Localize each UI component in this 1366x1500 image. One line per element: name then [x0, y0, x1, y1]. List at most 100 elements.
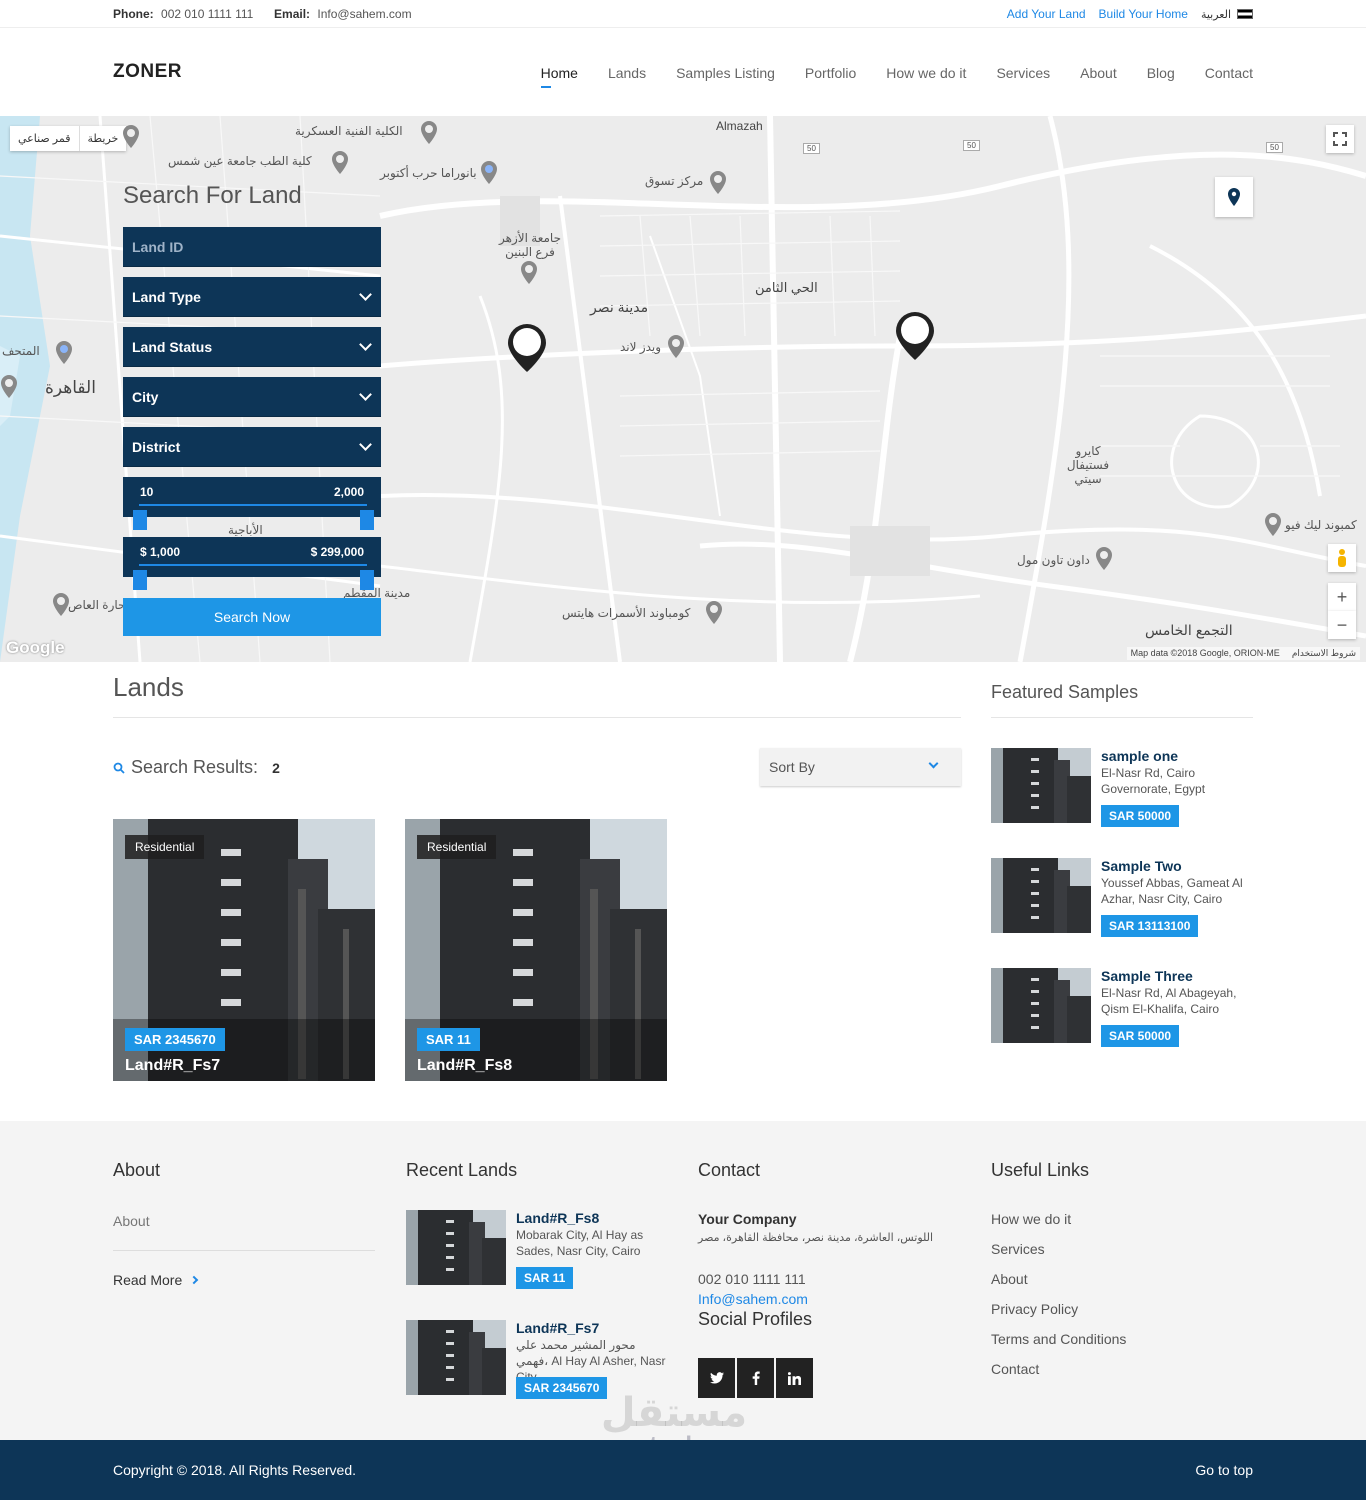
price-min-value: $ 1,000 — [140, 545, 181, 559]
featured-item[interactable]: sample one El-Nasr Rd, Cairo Governorate… — [991, 748, 1261, 828]
chevron-down-icon — [928, 758, 939, 769]
street-view-button[interactable] — [1328, 544, 1356, 572]
map-type-map[interactable]: خريطة — [78, 126, 127, 151]
recent-land-address: Mobarak City, Al Hay as Sades, Nasr City… — [516, 1228, 644, 1258]
sort-by-select[interactable]: Sort By — [760, 748, 961, 786]
footer-link-services[interactable]: Services — [991, 1241, 1045, 1257]
pegman-icon — [1338, 549, 1346, 567]
company-address: اللوتس، العاشرة، مدينة نصر، محافظة القاه… — [698, 1232, 934, 1244]
nav-lands[interactable]: Lands — [608, 65, 646, 81]
recent-land-item[interactable]: Land#R_Fs8 Mobarak City, Al Hay as Sades… — [406, 1210, 666, 1290]
poi-pin-icon[interactable] — [667, 334, 685, 360]
land-price-badge: SAR 2345670 — [125, 1028, 225, 1051]
price-max-handle[interactable] — [360, 570, 374, 590]
recent-land-item[interactable]: Land#R_Fs7 محور المشير محمد علي فهمي، Al… — [406, 1320, 666, 1400]
land-title[interactable]: Land#R_Fs8 — [417, 1057, 512, 1075]
nav-how-we-do-it[interactable]: How we do it — [886, 65, 966, 81]
poi-pin-icon[interactable] — [709, 170, 727, 196]
read-more-label: Read More — [113, 1272, 183, 1288]
area-min-handle[interactable] — [133, 510, 147, 530]
footer-link-privacy-policy[interactable]: Privacy Policy — [991, 1301, 1078, 1317]
search-now-button[interactable]: Search Now — [123, 598, 381, 636]
main-header: ZONER Home Lands Samples Listing Portfol… — [0, 28, 1366, 116]
district-select[interactable]: District — [123, 427, 381, 467]
land-type-select[interactable]: Land Type — [123, 277, 381, 317]
poi-pin-icon[interactable] — [331, 150, 349, 176]
recent-land-name[interactable]: Land#R_Fs7 — [516, 1320, 599, 1336]
area-range-slider[interactable]: 10 2,000 — [123, 477, 381, 530]
land-status-select[interactable]: Land Status — [123, 327, 381, 367]
map-label-museum: المتحف — [2, 344, 40, 358]
land-id-input[interactable]: Land ID — [123, 227, 381, 267]
nav-about[interactable]: About — [1080, 65, 1117, 81]
land-marker-icon[interactable] — [506, 322, 548, 374]
footer-link-terms[interactable]: Terms and Conditions — [991, 1331, 1126, 1347]
poi-pin-icon[interactable] — [520, 260, 538, 286]
poi-pin-icon[interactable] — [1095, 546, 1113, 572]
footer-about-text: About — [113, 1213, 150, 1229]
featured-name[interactable]: Sample Three — [1101, 968, 1193, 984]
area-max-handle[interactable] — [360, 510, 374, 530]
nav-portfolio[interactable]: Portfolio — [805, 65, 856, 81]
zoom-out-button[interactable]: − — [1328, 611, 1356, 639]
site-logo[interactable]: ZONER — [113, 61, 182, 83]
zoom-in-button[interactable]: + — [1328, 583, 1356, 611]
land-card[interactable]: Residential SAR 11 Land#R_Fs8 — [405, 819, 667, 1081]
top-bar: Phone: 002 010 1111 111 Email: Info@sahe… — [0, 0, 1366, 28]
featured-address: Youssef Abbas, Gameat Al Azhar, Nasr Cit… — [1101, 876, 1243, 906]
map-type-satellite[interactable]: قمر صناعي — [10, 126, 79, 151]
nav-home[interactable]: Home — [540, 65, 578, 88]
price-slider-track[interactable] — [139, 564, 367, 566]
main-nav: Home Lands Samples Listing Portfolio How… — [540, 65, 1253, 88]
poi-pin-icon[interactable] — [52, 592, 70, 618]
my-location-button[interactable] — [1215, 177, 1253, 217]
district-label: District — [132, 439, 181, 455]
location-pin-icon — [1228, 188, 1240, 206]
poi-pin-icon[interactable] — [1264, 512, 1282, 538]
land-marker-icon[interactable] — [894, 310, 936, 362]
add-your-land-link[interactable]: Add Your Land — [1007, 7, 1086, 21]
recent-land-thumbnail[interactable] — [406, 1210, 506, 1285]
nav-contact[interactable]: Contact — [1205, 65, 1253, 81]
land-title[interactable]: Land#R_Fs7 — [125, 1057, 220, 1075]
featured-thumbnail[interactable] — [991, 968, 1091, 1043]
map-area[interactable]: قمر صناعي خريطة Almazah مدينة نصر الحي ا… — [0, 116, 1366, 662]
poi-pin-icon[interactable] — [420, 120, 438, 146]
city-select[interactable]: City — [123, 377, 381, 417]
build-your-home-link[interactable]: Build Your Home — [1099, 7, 1188, 21]
featured-thumbnail[interactable] — [991, 858, 1091, 933]
phone-label: Phone: — [113, 7, 154, 21]
poi-pin-icon[interactable] — [122, 124, 140, 150]
go-to-top-link[interactable]: Go to top — [1195, 1462, 1253, 1478]
featured-item[interactable]: Sample Two Youssef Abbas, Gameat Al Azha… — [991, 858, 1261, 938]
recent-land-name[interactable]: Land#R_Fs8 — [516, 1210, 599, 1226]
map-label-shopping-center: مركز تسوق — [645, 174, 704, 188]
nav-services[interactable]: Services — [996, 65, 1050, 81]
nav-blog[interactable]: Blog — [1147, 65, 1175, 81]
recent-land-thumbnail[interactable] — [406, 1320, 506, 1395]
linkedin-button[interactable] — [776, 1358, 813, 1398]
email-address[interactable]: Info@sahem.com — [317, 7, 411, 21]
language-switch[interactable]: العربية — [1201, 8, 1253, 21]
area-slider-track[interactable] — [139, 504, 367, 506]
footer-link-how-we-do-it[interactable]: How we do it — [991, 1211, 1071, 1227]
featured-item[interactable]: Sample Three El-Nasr Rd, Al Abageyah, Qi… — [991, 968, 1261, 1048]
featured-name[interactable]: Sample Two — [1101, 858, 1182, 874]
read-more-link[interactable]: Read More — [113, 1272, 199, 1288]
company-email[interactable]: Info@sahem.com — [698, 1291, 808, 1307]
poi-pin-icon[interactable] — [480, 160, 498, 186]
footer-link-about[interactable]: About — [991, 1271, 1028, 1287]
price-min-handle[interactable] — [133, 570, 147, 590]
nav-samples-listing[interactable]: Samples Listing — [676, 65, 775, 81]
poi-pin-icon[interactable] — [705, 600, 723, 626]
featured-thumbnail[interactable] — [991, 748, 1091, 823]
poi-pin-icon[interactable] — [55, 340, 73, 366]
map-terms-link[interactable]: شروط الاستخدام — [1292, 648, 1356, 659]
land-card[interactable]: Residential SAR 2345670 Land#R_Fs7 — [113, 819, 375, 1081]
featured-name[interactable]: sample one — [1101, 748, 1178, 764]
footer-link-contact[interactable]: Contact — [991, 1361, 1039, 1377]
price-range-slider[interactable]: $ 1,000 $ 299,000 — [123, 537, 381, 590]
fullscreen-button[interactable] — [1326, 125, 1354, 153]
poi-pin-icon[interactable] — [0, 374, 18, 400]
map-label-eighth-district: الحي الثامن — [755, 280, 818, 295]
